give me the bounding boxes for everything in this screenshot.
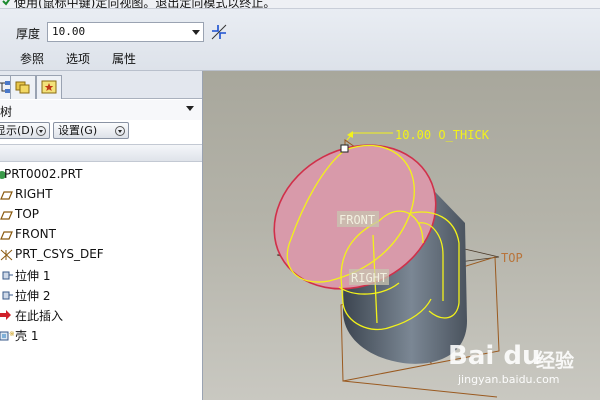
settings-button[interactable]: 设置(G) xyxy=(53,122,129,139)
check-arrow-icon xyxy=(2,0,11,6)
datum-plane-icon xyxy=(0,211,13,220)
shell-icon: ※ xyxy=(0,330,14,341)
show-button-label: 显示(D) xyxy=(0,124,35,137)
svg-text:※: ※ xyxy=(9,330,14,338)
graphics-viewport[interactable]: FRONT RIGHT TOP 10.00 O_THICK Bai du 经验 … xyxy=(203,71,600,400)
thickness-value: 10.00 xyxy=(52,25,86,38)
tree-item-extrude-2[interactable]: 拉伸 2 xyxy=(0,285,202,305)
message-bar: 使用(鼠标中键)定向视图。退出定向模式以终止。 xyxy=(0,0,600,9)
chevron-down-icon[interactable] xyxy=(186,106,194,111)
dimension-text[interactable]: 10.00 O_THICK xyxy=(395,128,490,142)
shell-dashboard: 厚度 10.00 参照 选项 属性 xyxy=(0,9,600,71)
datum-label-front[interactable]: FRONT xyxy=(337,211,379,227)
drag-handle[interactable] xyxy=(340,144,349,153)
csys-icon xyxy=(0,249,13,261)
tree-item-label: 拉伸 2 xyxy=(15,289,51,303)
tree-item-label: PRT0002.PRT xyxy=(4,167,83,181)
chevron-down-icon[interactable] xyxy=(192,30,200,35)
tree-item-label: TOP xyxy=(15,207,40,221)
front-label-text: FRONT xyxy=(339,213,375,227)
tree-item-right[interactable]: RIGHT xyxy=(0,185,202,205)
right-label-text: RIGHT xyxy=(351,271,387,285)
tree-buttons: 显示(D) 设置(G) xyxy=(0,121,202,141)
insert-here-arrow-icon xyxy=(0,310,11,320)
watermark-url: jingyan.baidu.com xyxy=(458,373,560,386)
datum-label-top[interactable]: TOP xyxy=(501,251,523,265)
tree-item-label: FRONT xyxy=(15,227,56,241)
tree-item-top[interactable]: TOP xyxy=(0,205,202,225)
show-button[interactable]: 显示(D) xyxy=(0,122,50,139)
thickness-label: 厚度 xyxy=(16,27,41,41)
favorites-tab-icon xyxy=(41,80,57,94)
tree-item-label: 在此插入 xyxy=(15,309,64,323)
datum-label-right[interactable]: RIGHT xyxy=(349,269,389,285)
chevron-down-icon xyxy=(36,126,46,136)
dashboard-tabs: 参照 选项 属性 xyxy=(20,50,136,68)
chevron-down-icon xyxy=(115,126,125,136)
flip-direction-icon[interactable] xyxy=(209,22,229,42)
tree-column-header xyxy=(0,144,202,162)
extrude-icon xyxy=(2,271,13,280)
thickness-input[interactable]: 10.00 xyxy=(47,22,204,42)
tree-item-front[interactable]: FRONT xyxy=(0,225,202,245)
tree-item-part[interactable]: PRT0002.PRT xyxy=(0,165,202,185)
tree-header: 树 xyxy=(0,100,202,120)
tree-item-extrude-1[interactable]: 拉伸 1 xyxy=(0,265,202,285)
tree-item-csys[interactable]: PRT_CSYS_DEF xyxy=(0,245,202,265)
baidu-watermark: Bai du 经验 jingyan.baidu.com xyxy=(448,339,598,397)
tab-options[interactable]: 选项 xyxy=(66,50,90,68)
tree-item-shell-1[interactable]: ※ 壳 1 xyxy=(0,325,202,345)
watermark-site: 经验 xyxy=(536,350,575,372)
watermark-brand: Bai du xyxy=(448,341,541,371)
tree-item-label: PRT_CSYS_DEF xyxy=(15,247,104,261)
tree-item-label: RIGHT xyxy=(15,187,53,201)
tree-item-label: 壳 1 xyxy=(15,329,39,343)
settings-button-label: 设置(G) xyxy=(58,124,98,137)
navigator-panel: 树 显示(D) 设置(G) PRT0002.PRT RIGHT TOP FRON… xyxy=(0,71,203,400)
folder-browser-tab-icon xyxy=(15,81,30,94)
tree-item-insert-here[interactable]: 在此插入 xyxy=(0,305,202,325)
navigator-tabs xyxy=(0,71,202,99)
datum-plane-icon xyxy=(0,191,13,200)
folder-browser-tab[interactable] xyxy=(10,75,36,99)
tab-references[interactable]: 参照 xyxy=(20,50,44,68)
extrude-icon xyxy=(2,291,13,300)
message-text: 使用(鼠标中键)定向视图。退出定向模式以终止。 xyxy=(14,0,276,9)
tree-title: 树 xyxy=(0,105,13,119)
tab-properties[interactable]: 属性 xyxy=(112,50,136,68)
favorites-tab[interactable] xyxy=(36,75,62,99)
datum-plane-icon xyxy=(0,231,13,240)
tree-item-label: 拉伸 1 xyxy=(15,269,51,283)
